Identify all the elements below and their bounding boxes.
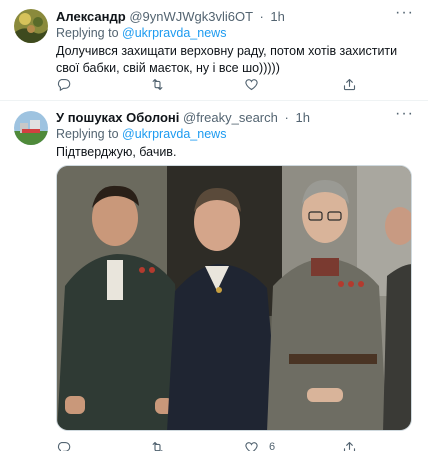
action-bar: 6	[56, 439, 356, 451]
separator: ·	[284, 110, 289, 125]
tweet[interactable]: Александр @9ynWJWgk3vli6OT · 1h ··· Repl…	[0, 0, 428, 100]
author-handle[interactable]: @9ynWJWgk3vli6OT	[129, 9, 252, 24]
reply-icon	[57, 441, 71, 451]
share-button[interactable]	[342, 439, 357, 451]
separator: ·	[259, 9, 264, 24]
mention-link[interactable]: @ukrpravda_news	[122, 26, 226, 40]
action-bar	[56, 76, 356, 92]
tweet-header: Александр @9ynWJWgk3vli6OT · 1h	[56, 9, 285, 24]
retweet-icon	[152, 78, 163, 90]
replying-to-label: Replying to	[56, 127, 119, 141]
reply-icon	[57, 78, 71, 91]
avatar[interactable]	[14, 111, 48, 145]
heart-icon	[245, 78, 258, 90]
tweet-text: Долучився захищати верховну раду, потом …	[56, 44, 398, 75]
tweet-photo[interactable]	[56, 165, 412, 431]
tweet-text: Підтверджую, бачив.	[56, 145, 177, 159]
like-count: 6	[269, 441, 276, 451]
like-button[interactable]: 6	[244, 439, 275, 451]
share-icon	[343, 441, 356, 451]
retweet-button[interactable]	[150, 76, 165, 92]
replying-to-label: Replying to	[56, 26, 119, 40]
tweet[interactable]: У пошуках Оболоні @freaky_search · 1h ··…	[0, 100, 428, 451]
avatar[interactable]	[14, 9, 48, 43]
tweet-header: У пошуках Оболоні @freaky_search · 1h	[56, 110, 310, 125]
more-icon[interactable]: ···	[395, 5, 414, 21]
author-name[interactable]: У пошуках Оболоні	[56, 110, 179, 125]
retweet-button[interactable]	[150, 439, 165, 451]
retweet-icon	[152, 441, 163, 451]
like-button[interactable]	[244, 76, 269, 92]
author-name[interactable]: Александр	[56, 9, 126, 24]
reply-button[interactable]	[56, 439, 71, 451]
replying-to: Replying to @ukrpravda_news	[56, 26, 226, 40]
timestamp[interactable]: 1h	[295, 110, 309, 125]
reply-button[interactable]	[56, 76, 71, 92]
timestamp[interactable]: 1h	[270, 9, 284, 24]
share-icon	[343, 78, 356, 90]
replying-to: Replying to @ukrpravda_news	[56, 127, 226, 141]
share-button[interactable]	[342, 76, 357, 92]
mention-link[interactable]: @ukrpravda_news	[122, 127, 226, 141]
author-handle[interactable]: @freaky_search	[183, 110, 278, 125]
more-icon[interactable]: ···	[395, 106, 414, 122]
heart-icon	[245, 441, 258, 451]
